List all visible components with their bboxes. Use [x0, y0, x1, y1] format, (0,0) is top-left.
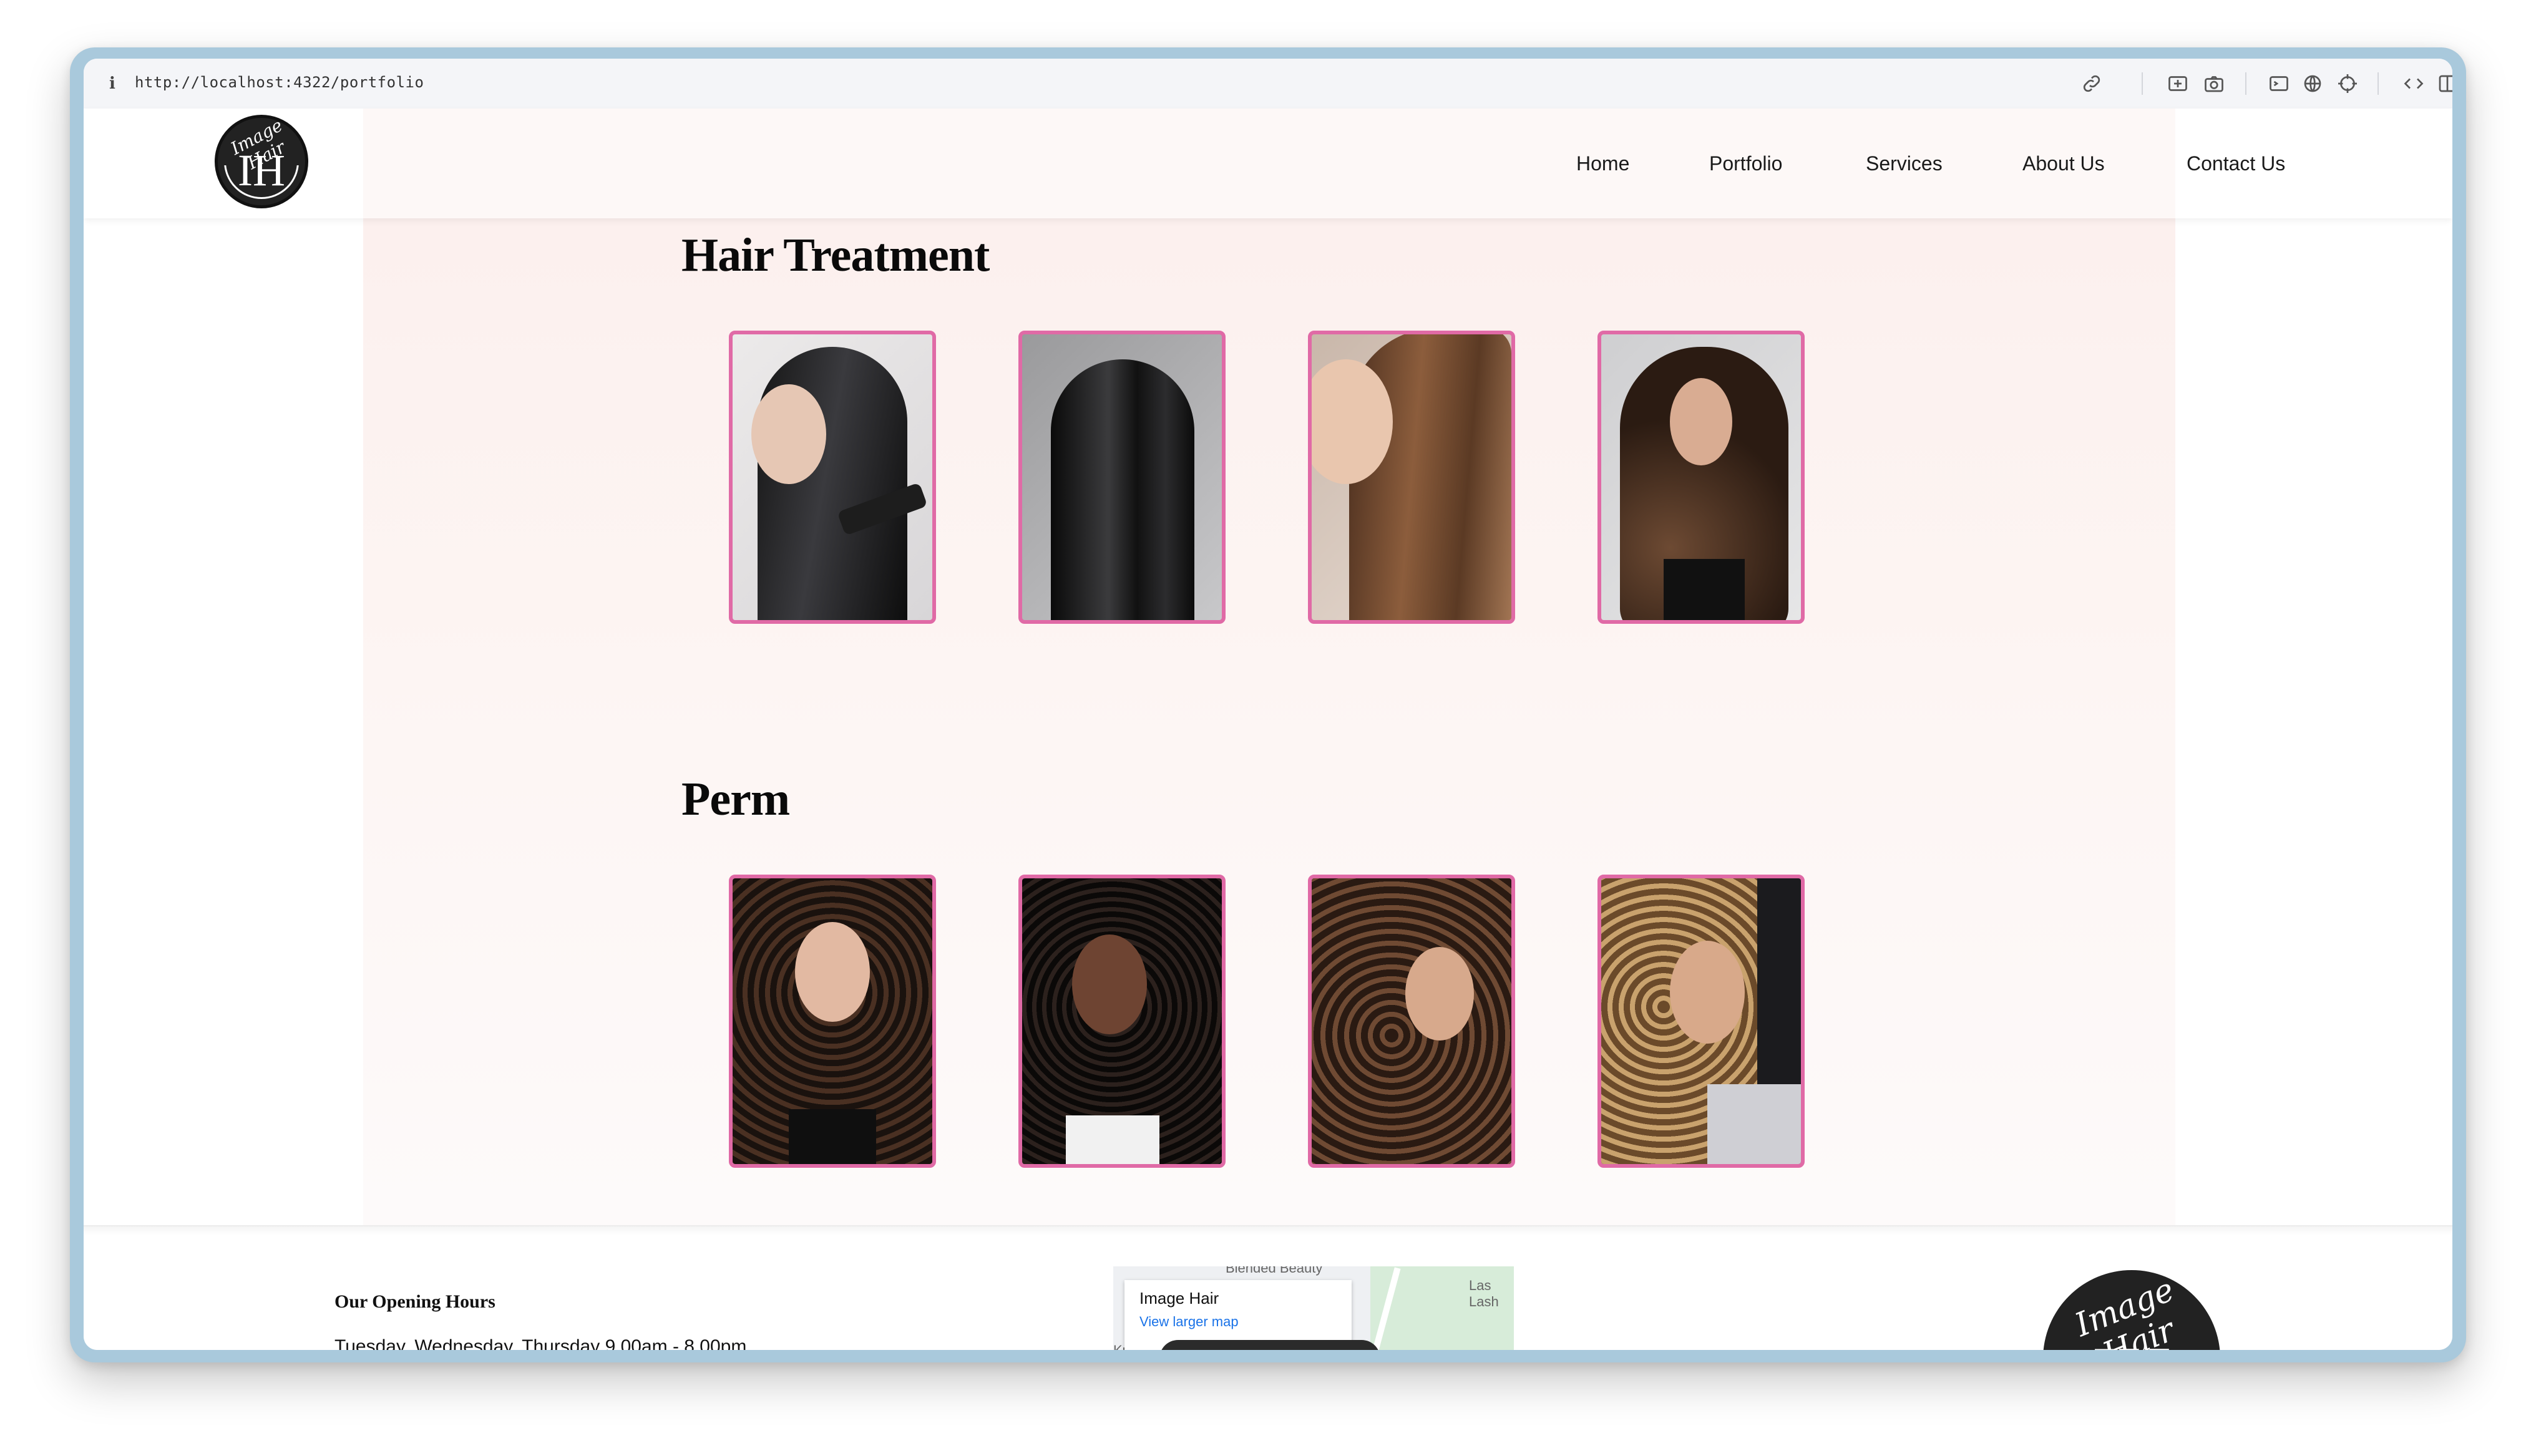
nav-portfolio[interactable]: Portfolio — [1709, 109, 1782, 218]
photo-hair-treatment-1[interactable] — [729, 331, 936, 624]
map-controls-pill[interactable] — [1159, 1340, 1380, 1350]
code-icon[interactable] — [2402, 72, 2425, 95]
photo-hair-treatment-3[interactable] — [1308, 331, 1515, 624]
toolbar-divider — [2245, 72, 2246, 95]
footer-logo-monogram: IH — [2043, 1332, 2220, 1351]
address-bar: i http://localhost:4322/portfolio — [84, 59, 2452, 110]
nav-about-us[interactable]: About Us — [2022, 109, 2105, 218]
nav-contact-us[interactable]: Contact Us — [2187, 109, 2285, 218]
info-icon[interactable]: i — [102, 72, 122, 95]
site-logo[interactable]: Image Hair IH — [215, 115, 308, 208]
toolbar-divider — [2378, 72, 2379, 95]
url-text[interactable]: http://localhost:4322/portfolio — [135, 74, 424, 91]
section-title-hair-treatment: Hair Treatment — [681, 229, 990, 281]
photo-perm-4[interactable] — [1597, 875, 1805, 1168]
footer-divider — [84, 1226, 2452, 1235]
portfolio-content — [363, 218, 2175, 1225]
toolbar-divider — [2142, 72, 2143, 95]
photo-perm-3[interactable] — [1308, 875, 1515, 1168]
browser-viewport: i http://localhost:4322/portfolio Image … — [84, 59, 2452, 1350]
terminal-icon[interactable] — [2268, 72, 2290, 95]
screenshot-icon[interactable] — [2167, 72, 2189, 95]
view-larger-map-link[interactable]: View larger map — [1139, 1314, 1239, 1330]
opening-hours-line: Tuesday, Wednesday, Thursday 9.00am - 8.… — [334, 1336, 747, 1350]
nav-home[interactable]: Home — [1576, 109, 1629, 218]
map-label-top: Blended Beauty — [1226, 1266, 1323, 1276]
camera-icon[interactable] — [2203, 72, 2225, 95]
globe-icon[interactable] — [2301, 72, 2324, 95]
nav-services[interactable]: Services — [1866, 109, 1943, 218]
photo-perm-2[interactable] — [1018, 875, 1226, 1168]
sidebar-icon[interactable] — [2436, 72, 2452, 95]
site-header: Image Hair IH Home Portfolio Services Ab… — [84, 109, 2452, 218]
opening-hours-title: Our Opening Hours — [334, 1291, 495, 1312]
map-label-right: Las Lash — [1469, 1278, 1499, 1309]
crosshair-icon[interactable] — [2336, 72, 2359, 95]
photo-hair-treatment-4[interactable] — [1597, 331, 1805, 624]
footer-logo[interactable]: Image Hair IH — [2043, 1270, 2220, 1350]
section-title-perm: Perm — [681, 773, 790, 825]
site-footer: Our Opening Hours Tuesday, Wednesday, Th… — [84, 1225, 2452, 1350]
photo-perm-1[interactable] — [729, 875, 936, 1168]
location-map[interactable]: Blended Beauty Las Lash Kurang Image Hai… — [1113, 1266, 1514, 1350]
link-icon[interactable] — [2080, 72, 2103, 95]
browser-window: i http://localhost:4322/portfolio Image … — [70, 47, 2466, 1362]
photo-hair-treatment-2[interactable] — [1018, 331, 1226, 624]
map-place-name: Image Hair — [1139, 1289, 1219, 1308]
